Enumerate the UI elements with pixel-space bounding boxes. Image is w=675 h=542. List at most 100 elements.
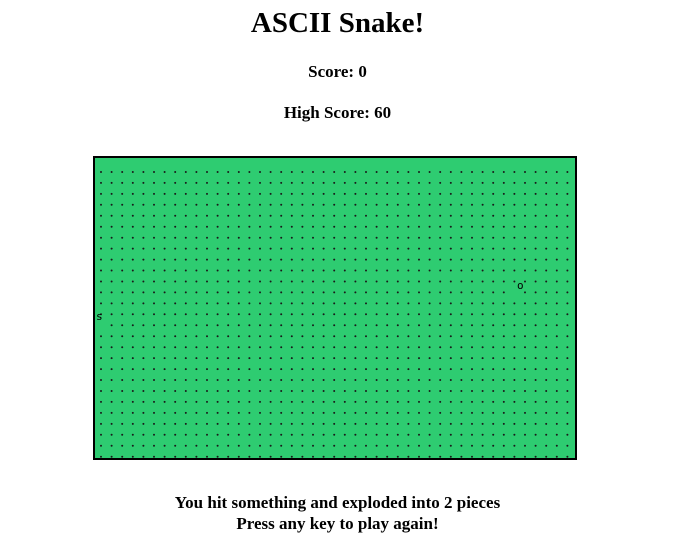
empty-cell-dot	[184, 214, 187, 217]
empty-cell-dot	[492, 433, 495, 436]
empty-cell-dot	[471, 433, 473, 436]
empty-cell-dot	[428, 203, 431, 206]
empty-cell-dot	[555, 171, 558, 173]
empty-cell-dot	[290, 357, 293, 360]
empty-cell-dot	[354, 291, 357, 294]
empty-cell-dot	[471, 379, 473, 381]
empty-cell-dot	[502, 455, 505, 458]
empty-cell-dot	[163, 357, 166, 360]
empty-cell-dot	[131, 433, 134, 436]
empty-cell-dot	[534, 444, 537, 447]
empty-cell-dot	[290, 379, 293, 381]
empty-cell-dot	[195, 455, 198, 458]
empty-cell-dot	[492, 291, 495, 294]
empty-cell-dot	[375, 324, 378, 327]
empty-cell-dot	[227, 203, 230, 206]
empty-cell-dot	[280, 247, 283, 250]
empty-cell-dot	[555, 302, 558, 305]
empty-cell-dot	[449, 236, 452, 239]
empty-cell-dot	[110, 422, 113, 425]
empty-cell-dot	[269, 247, 272, 250]
empty-cell-dot	[354, 203, 357, 206]
empty-cell-dot	[121, 335, 124, 338]
empty-cell-dot	[216, 291, 219, 294]
empty-cell-dot	[513, 313, 516, 316]
empty-cell-dot	[227, 225, 230, 228]
empty-cell-dot	[248, 455, 251, 458]
empty-cell-dot	[153, 258, 155, 261]
empty-cell-dot	[566, 258, 569, 261]
empty-cell-dot	[365, 280, 367, 283]
empty-cell-dot	[502, 269, 505, 272]
empty-cell-dot	[259, 324, 261, 327]
empty-cell-dot	[259, 247, 261, 250]
empty-cell-dot	[439, 335, 442, 338]
empty-cell-dot	[110, 433, 113, 436]
empty-cell-dot	[227, 236, 230, 239]
empty-cell-dot	[439, 225, 442, 228]
empty-cell-dot	[524, 171, 526, 173]
empty-cell-dot	[555, 400, 558, 403]
empty-cell-dot	[449, 214, 452, 217]
empty-cell-dot	[131, 346, 134, 349]
empty-cell-dot	[365, 411, 367, 414]
empty-cell-dot	[513, 225, 516, 228]
empty-cell-dot	[492, 214, 495, 217]
empty-cell-dot	[545, 269, 548, 272]
empty-cell-dot	[555, 411, 558, 414]
empty-cell-dot	[312, 291, 314, 294]
empty-cell-dot	[322, 324, 325, 327]
empty-cell-dot	[121, 258, 124, 261]
empty-cell-dot	[428, 422, 431, 425]
empty-cell-dot	[428, 411, 431, 414]
empty-cell-dot	[153, 171, 155, 173]
empty-cell-dot	[153, 390, 155, 392]
empty-cell-dot	[396, 335, 399, 338]
empty-cell-dot	[184, 411, 187, 414]
empty-cell-dot	[163, 203, 166, 206]
empty-cell-dot	[513, 258, 516, 261]
empty-cell-dot	[153, 433, 155, 436]
empty-cell-dot	[555, 214, 558, 217]
empty-cell-dot	[100, 357, 102, 360]
empty-cell-dot	[513, 324, 516, 327]
empty-cell-dot	[439, 379, 442, 381]
empty-cell-dot	[184, 390, 187, 392]
empty-cell-dot	[237, 335, 240, 338]
empty-cell-dot	[121, 302, 124, 305]
empty-cell-dot	[121, 411, 124, 414]
empty-cell-dot	[184, 171, 187, 173]
empty-cell-dot	[418, 269, 420, 272]
empty-cell-dot	[121, 313, 124, 316]
empty-cell-dot	[206, 324, 208, 327]
empty-cell-dot	[418, 214, 420, 217]
empty-cell-dot	[259, 346, 261, 349]
empty-cell-dot	[407, 400, 410, 403]
empty-cell-dot	[449, 192, 452, 195]
empty-cell-dot	[248, 433, 251, 436]
game-board[interactable]: s o	[93, 156, 577, 460]
empty-cell-dot	[163, 400, 166, 403]
empty-cell-dot	[121, 357, 124, 360]
empty-cell-dot	[237, 258, 240, 261]
empty-cell-dot	[110, 335, 113, 338]
empty-cell-dot	[153, 214, 155, 217]
empty-cell-dot	[449, 171, 452, 173]
empty-cell-dot	[534, 335, 537, 338]
empty-cell-dot	[248, 192, 251, 195]
empty-cell-dot	[460, 181, 463, 184]
empty-cell-dot	[354, 346, 357, 349]
empty-cell-dot	[280, 236, 283, 239]
empty-cell-dot	[545, 390, 548, 392]
empty-cell-dot	[301, 433, 304, 436]
empty-cell-dot	[545, 368, 548, 371]
empty-cell-dot	[195, 280, 198, 283]
empty-cell-dot	[343, 346, 346, 349]
empty-cell-dot	[418, 225, 420, 228]
empty-cell-dot	[407, 181, 410, 184]
empty-cell-dot	[206, 368, 208, 371]
empty-cell-dot	[100, 411, 102, 414]
empty-cell-dot	[216, 379, 219, 381]
empty-cell-dot	[534, 269, 537, 272]
empty-cell-dot	[142, 225, 145, 228]
